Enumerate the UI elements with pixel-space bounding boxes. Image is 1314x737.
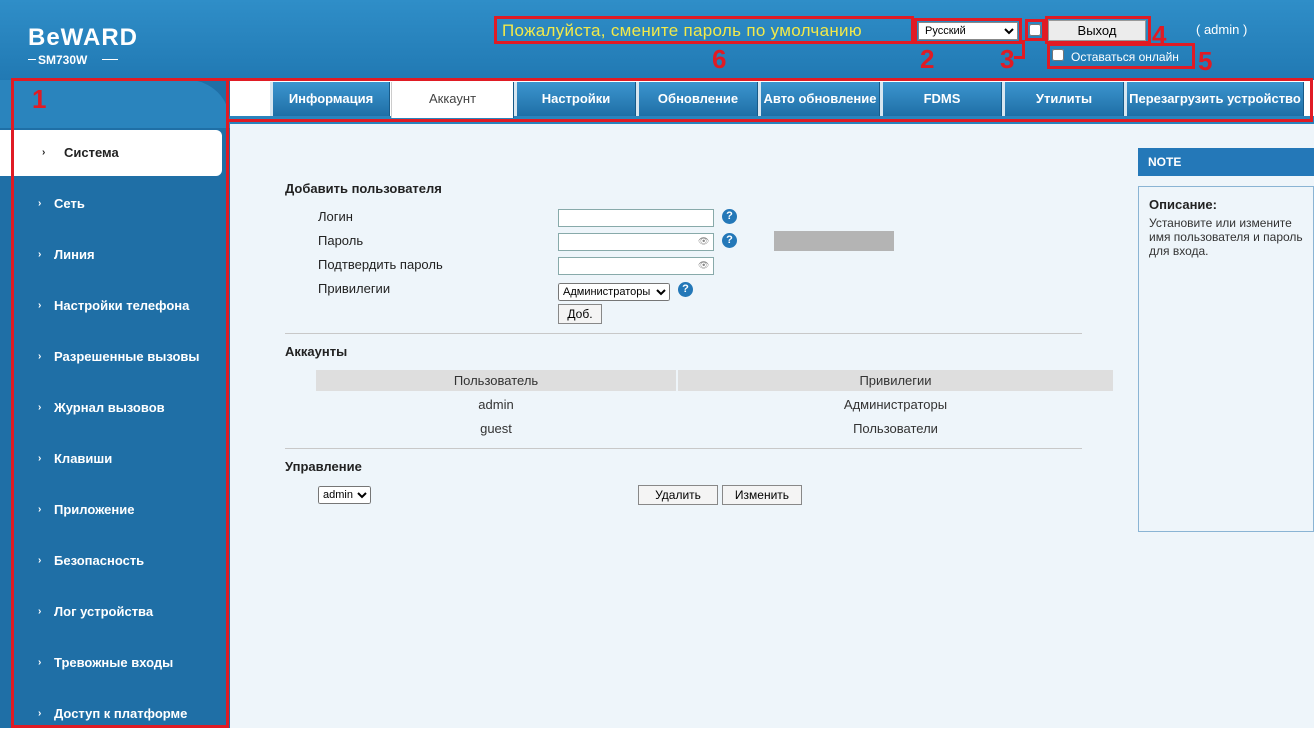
- table-cell-privileges: Пользователи: [853, 421, 938, 436]
- privileges-select[interactable]: Администраторы: [558, 283, 670, 301]
- privileges-label: Привилегии: [318, 281, 391, 296]
- annotation-number: 5: [1198, 46, 1213, 76]
- annotation-number: 1: [32, 84, 47, 114]
- confirm-password-input[interactable]: [558, 257, 714, 275]
- add-user-title: Добавить пользователя: [285, 181, 442, 196]
- annotation-number: 4: [1152, 20, 1167, 50]
- annotation-box: [1025, 19, 1045, 41]
- annotation-number: 6: [712, 44, 727, 74]
- annotation-box: [226, 117, 1313, 122]
- help-icon[interactable]: ?: [678, 282, 693, 297]
- logo-divider: [28, 59, 36, 60]
- password-input[interactable]: [558, 233, 714, 251]
- confirm-password-label: Подтвердить пароль: [318, 257, 443, 272]
- eye-icon[interactable]: 👁: [698, 260, 709, 271]
- note-header: NOTE: [1138, 148, 1314, 176]
- table-cell-user: admin: [478, 397, 514, 412]
- annotation-box: [11, 78, 229, 728]
- table-header-privileges: Привилегии: [678, 370, 1113, 391]
- delete-button[interactable]: Удалить: [638, 485, 718, 505]
- annotation-number: 3: [1000, 44, 1015, 74]
- note-title: Описание:: [1149, 197, 1217, 212]
- management-title: Управление: [285, 459, 362, 474]
- login-input[interactable]: [558, 209, 714, 227]
- annotation-connector: [1014, 56, 1025, 59]
- annotation-number: 2: [920, 44, 935, 74]
- annotation-box: [1047, 43, 1195, 69]
- annotation-box: [11, 78, 1313, 120]
- user-select[interactable]: admin: [318, 486, 371, 504]
- annotation-box: [494, 16, 914, 44]
- annotation-box: [914, 18, 1022, 44]
- annotation-box: [1045, 16, 1151, 44]
- table-cell-privileges: Администраторы: [843, 397, 948, 412]
- divider: [285, 333, 1082, 334]
- help-icon[interactable]: ?: [722, 233, 737, 248]
- login-label: Логин: [318, 209, 353, 224]
- eye-icon[interactable]: 👁: [698, 236, 709, 247]
- password-label: Пароль: [318, 233, 364, 248]
- accounts-title: Аккаунты: [285, 344, 348, 359]
- edit-button[interactable]: Изменить: [722, 485, 802, 505]
- note-panel: Описание: Установите или измените имя по…: [1138, 186, 1314, 532]
- table-header-user: Пользователь: [316, 370, 676, 391]
- divider: [285, 448, 1082, 449]
- add-user-button[interactable]: Доб.: [558, 304, 602, 324]
- note-text: Установите или измените имя пользователя…: [1149, 216, 1303, 258]
- table-cell-user: guest: [480, 421, 512, 436]
- logo-divider: [102, 59, 118, 60]
- model-name: SM730W: [38, 53, 88, 67]
- password-strength-bar: [774, 231, 894, 251]
- help-icon[interactable]: ?: [722, 209, 737, 224]
- brand-logo: BeWARD: [28, 24, 139, 51]
- current-user-label: ( admin ): [1196, 22, 1248, 37]
